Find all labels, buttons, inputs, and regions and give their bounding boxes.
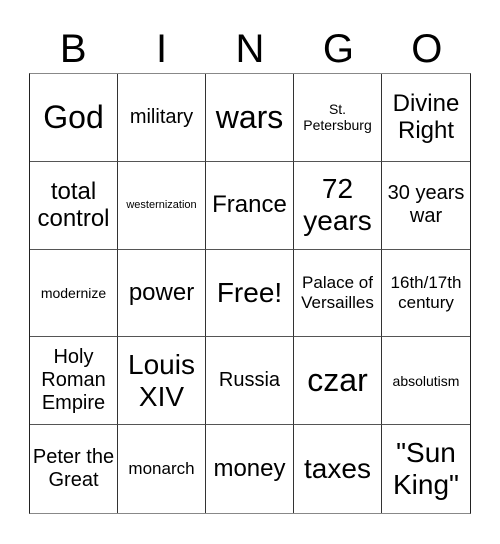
bingo-cell[interactable]: taxes (294, 425, 382, 513)
bingo-card-grid: God military wars St. Petersburg Divine … (29, 73, 471, 514)
bingo-free-space[interactable]: Free! (206, 249, 294, 338)
bingo-cell[interactable]: absolutism (382, 337, 470, 426)
bingo-cell[interactable]: "Sun King" (382, 425, 470, 513)
header-letter-g: G (322, 27, 354, 71)
header-letter-n: N (235, 27, 265, 71)
bingo-cell[interactable]: St. Petersburg (294, 74, 382, 162)
bingo-cell[interactable]: monarch (118, 425, 206, 513)
bingo-cell[interactable]: Louis XIV (118, 337, 206, 426)
bingo-cell[interactable]: modernize (30, 249, 118, 338)
bingo-cell[interactable]: total control (30, 161, 118, 250)
bingo-cell[interactable]: Peter the Great (30, 425, 118, 513)
bingo-cell[interactable]: God (30, 74, 118, 162)
bingo-cell[interactable]: France (206, 161, 294, 250)
bingo-cell[interactable]: 30 years war (382, 162, 470, 250)
bingo-cell[interactable]: money (206, 425, 294, 513)
bingo-cell[interactable]: wars (206, 74, 294, 162)
bingo-cell[interactable]: Russia (206, 337, 294, 426)
bingo-cell[interactable]: 16th/17th century (382, 250, 470, 338)
bingo-header: B I N G O (29, 26, 471, 72)
bingo-cell[interactable]: military (118, 74, 206, 162)
bingo-cell[interactable]: westernization (118, 161, 206, 250)
bingo-cell[interactable]: Divine Right (382, 74, 470, 162)
header-letter-i: I (156, 27, 168, 71)
bingo-cell[interactable]: power (118, 249, 206, 338)
header-letter-b: B (59, 27, 87, 71)
bingo-cell[interactable]: czar (294, 337, 382, 426)
bingo-cell[interactable]: Holy Roman Empire (30, 337, 118, 426)
bingo-cell[interactable]: 72 years (294, 161, 382, 250)
bingo-cell[interactable]: Palace of Versailles (294, 249, 382, 338)
header-letter-o: O (411, 27, 443, 71)
